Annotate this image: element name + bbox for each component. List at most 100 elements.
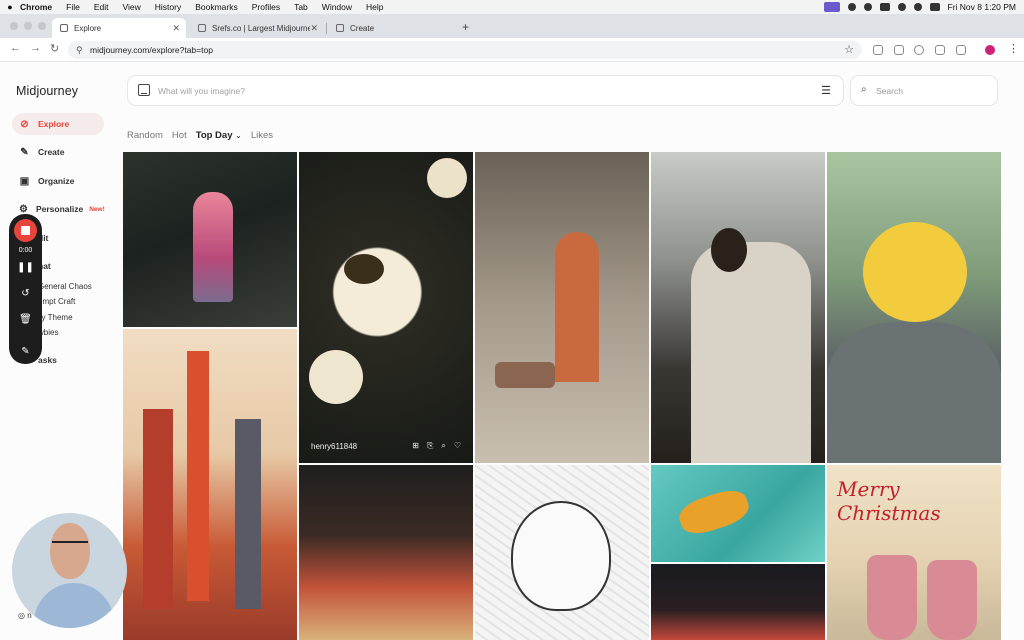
reload-icon[interactable]: ↻ (50, 42, 59, 55)
minimize-window-icon[interactable] (24, 22, 32, 30)
image-tile[interactable] (827, 152, 1001, 463)
check-extension-icon[interactable] (914, 45, 924, 55)
battery-icon[interactable] (879, 3, 890, 11)
image-tile[interactable] (475, 152, 649, 463)
channel-general-chaos[interactable]: General Chaos (38, 282, 92, 291)
menu-edit[interactable]: Edit (94, 2, 109, 12)
channel-prompt-craft[interactable]: ompt Craft (38, 297, 75, 306)
sidebar-item-create[interactable]: ✎ Create (12, 141, 104, 163)
image-tile[interactable] (123, 152, 297, 327)
extension-icon[interactable] (873, 45, 883, 55)
new-tab-icon[interactable]: + (462, 20, 469, 34)
sidebar-item-organize[interactable]: ▣ Organize (12, 170, 104, 192)
image-tile[interactable] (123, 329, 297, 640)
menu-history[interactable]: History (155, 2, 181, 12)
close-tab-icon[interactable]: ✕ (172, 23, 180, 34)
delete-icon[interactable]: 🗑 (9, 314, 42, 325)
url-text[interactable]: midjourney.com/explore?tab=top (90, 45, 213, 55)
midjourney-page: Midjourney ⊘ Explore ✎ Create ▣ Organize… (0, 63, 1024, 640)
macos-menu-bar: ● Chrome File Edit View History Bookmark… (0, 0, 1024, 14)
add-image-icon[interactable] (138, 84, 150, 96)
sliders-icon: ⚙ (19, 203, 28, 215)
back-icon[interactable]: ← (10, 42, 21, 54)
extensions-puzzle-icon[interactable] (956, 45, 966, 55)
menu-file[interactable]: File (66, 2, 80, 12)
figure-shape (193, 192, 233, 302)
filter-hot[interactable]: Hot (172, 130, 187, 141)
menu-chrome[interactable]: Chrome (20, 2, 52, 12)
image-tile[interactable] (475, 465, 649, 640)
apple-menu-icon[interactable]: ● (0, 2, 20, 12)
sidebar-item-label: Explore (38, 119, 70, 129)
profile-avatar-icon[interactable] (985, 45, 995, 55)
recording-time: 0:00 (18, 247, 33, 254)
close-window-icon[interactable] (10, 22, 18, 30)
midjourney-logo[interactable]: Midjourney (16, 84, 78, 98)
tab-create[interactable]: Create (328, 18, 458, 38)
chat-status-icon[interactable] (863, 3, 872, 11)
filter-top-day-label: Top Day (195, 130, 233, 141)
filter-top-day[interactable]: Top Day ⌄ (196, 130, 242, 141)
image-tile[interactable] (299, 465, 473, 640)
screen-record-icon[interactable] (823, 2, 840, 12)
image-tile[interactable] (651, 152, 825, 463)
control-center-icon[interactable] (929, 3, 940, 11)
bookmark-star-icon[interactable]: ☆ (844, 43, 854, 56)
search-placeholder: Search (876, 86, 903, 96)
pikachu-shape (863, 222, 967, 322)
wifi-icon[interactable] (913, 3, 922, 11)
site-settings-icon[interactable]: ⚲ (76, 45, 83, 56)
sidebar-item-label: Organize (38, 176, 75, 186)
explore-filters: Random Hot Top Day ⌄ Likes (127, 130, 273, 141)
extension-icon[interactable] (935, 45, 945, 55)
menu-bookmarks[interactable]: Bookmarks (195, 2, 238, 12)
tab-divider (326, 23, 327, 34)
menu-help[interactable]: Help (366, 2, 383, 12)
zoom-window-icon[interactable] (38, 22, 46, 30)
sidebar-item-label: Create (38, 147, 65, 157)
restart-icon[interactable]: ↺ (9, 288, 42, 299)
blanket-shape (827, 322, 1001, 463)
chrome-menu-icon[interactable]: ⋮ (1008, 42, 1019, 55)
address-bar[interactable]: ⚲ midjourney.com/explore?tab=top ☆ (68, 41, 862, 59)
settings-sliders-icon[interactable]: ☰ (821, 84, 831, 97)
filter-likes[interactable]: Likes (251, 130, 273, 141)
tile-username[interactable]: henry611848 (311, 442, 357, 451)
image-icon: ▣ (19, 175, 30, 187)
forward-icon[interactable]: → (30, 42, 41, 54)
like-heart-icon[interactable]: ♡ (454, 441, 461, 451)
bluetooth-icon[interactable] (897, 3, 906, 11)
screen-recorder-widget: 0:00 ❚❚ ↺ 🗑 ✎ (9, 214, 42, 364)
prompt-input[interactable]: What will you imagine? (158, 86, 245, 96)
menu-window[interactable]: Window (322, 2, 352, 12)
search-input[interactable]: ⌕ Search (850, 75, 998, 106)
bee-shape (344, 254, 384, 284)
image-tile[interactable] (651, 465, 825, 562)
grid-vary-icon[interactable]: ⊞ (412, 441, 419, 451)
status-icon[interactable] (847, 3, 856, 11)
image-tile[interactable] (651, 564, 825, 640)
draw-pen-icon[interactable]: ✎ (9, 346, 42, 357)
camera-extension-icon[interactable] (894, 45, 904, 55)
search-similar-icon[interactable]: ⌕ (441, 441, 445, 451)
prompt-bar[interactable]: What will you imagine? ☰ (127, 75, 844, 106)
christmas-card-caption: Merry Christmas (837, 477, 941, 525)
tab-srefs[interactable]: Srefs.co | Largest Midjourney ✕ (190, 18, 324, 38)
menu-view[interactable]: View (122, 2, 140, 12)
image-tile[interactable]: Merry Christmas (827, 465, 1001, 640)
menu-profiles[interactable]: Profiles (252, 2, 280, 12)
pause-icon[interactable]: ❚❚ (9, 262, 42, 273)
filter-random[interactable]: Random (127, 130, 163, 141)
close-tab-icon[interactable]: ✕ (310, 23, 318, 34)
tab-explore[interactable]: Explore ✕ (52, 18, 186, 38)
new-badge: New! (89, 205, 105, 213)
image-tile[interactable]: henry611848 ⊞ ⎘ ⌕ ♡ (299, 152, 473, 463)
user-account[interactable]: ◎ n (18, 611, 32, 620)
menu-tab[interactable]: Tab (294, 2, 308, 12)
channel-daily-theme[interactable]: ily Theme (38, 313, 73, 322)
brush-icon: ✎ (20, 146, 29, 158)
datetime[interactable]: Fri Nov 8 1:20 PM (948, 2, 1017, 12)
stop-recording-button[interactable] (14, 219, 37, 242)
sidebar-item-explore[interactable]: ⊘ Explore (12, 113, 104, 135)
copy-prompt-icon[interactable]: ⎘ (427, 441, 433, 451)
